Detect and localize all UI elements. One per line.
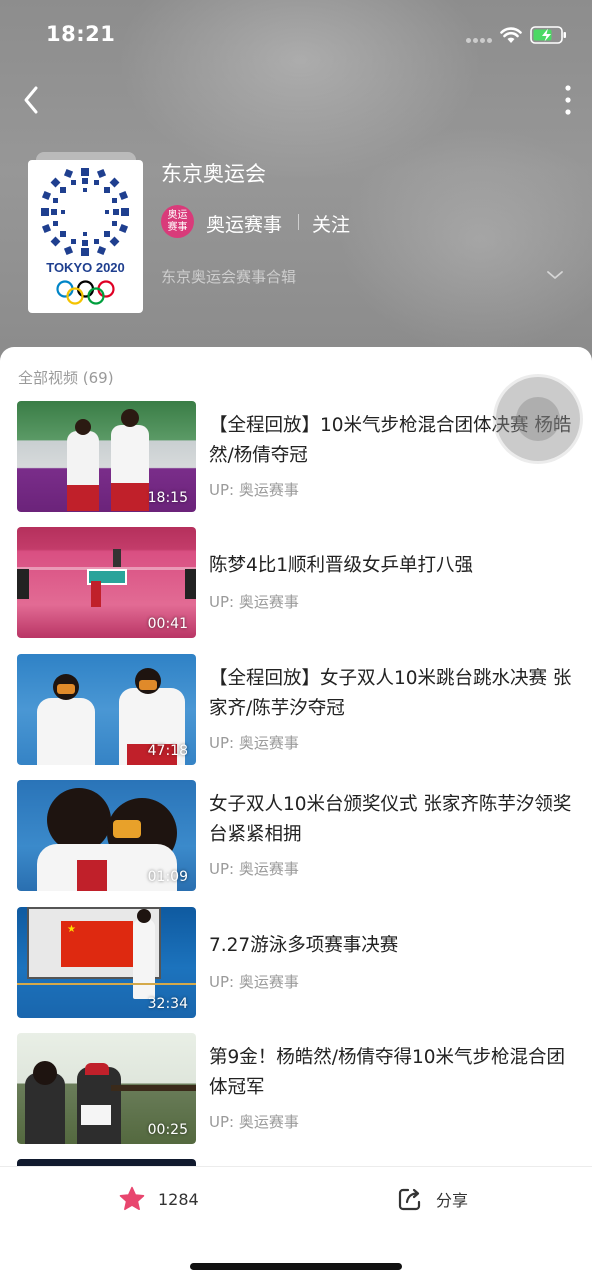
more-options-button[interactable] xyxy=(550,80,586,120)
video-thumbnail: ★ 32:34 xyxy=(17,907,196,1018)
list-item[interactable]: 47:18 【全程回放】女子双人10米跳台跳水决赛 张家齐/陈芋汐夺冠 UP: … xyxy=(0,654,592,766)
bottom-action-bar: 1284 分享 xyxy=(0,1166,592,1280)
video-uploader: UP: 奥运赛事 xyxy=(209,734,299,752)
playlist-cover: TOKYO 2020 xyxy=(28,160,143,313)
tokyo-2020-emblem-icon: TOKYO 2020 xyxy=(41,168,129,305)
video-title: 第9金！杨皓然/杨倩夺得10米气步枪混合团体冠军 xyxy=(209,1047,566,1098)
playlist-title: 东京奥运会 xyxy=(161,162,266,186)
channel-name[interactable]: 奥运赛事 xyxy=(206,210,282,237)
channel-avatar-text: 奥运 赛事 xyxy=(167,210,188,233)
video-thumbnail: 01:09 xyxy=(17,780,196,891)
video-title: 女子双人10米台颁奖仪式 张家齐陈芋汐领奖台紧紧相拥 xyxy=(209,794,572,845)
video-thumbnail: 18:15 xyxy=(17,401,196,512)
share-label: 分享 xyxy=(436,1191,469,1210)
share-button[interactable]: 分享 xyxy=(396,1183,468,1215)
status-bar: 18:21 xyxy=(0,0,592,70)
video-duration: 00:41 xyxy=(147,616,188,632)
cover-text: TOKYO 2020 xyxy=(46,260,125,275)
list-item[interactable]: 00:41 陈梦4比1顺利晋级女乒单打八强 UP: 奥运赛事 xyxy=(0,527,592,639)
divider xyxy=(298,214,299,230)
video-count-label: 全部视频 (69) xyxy=(18,369,114,387)
video-uploader: UP: 奥运赛事 xyxy=(209,481,299,499)
list-item[interactable]: 01:09 女子双人10米台颁奖仪式 张家齐陈芋汐领奖台紧紧相拥 UP: 奥运赛… xyxy=(0,780,592,892)
video-list-sheet: 全部视频 (69) 18:15 【全程回放】10米气步枪混合团体决赛 杨皓然/杨… xyxy=(0,347,592,1280)
video-title: 【全程回放】女子双人10米跳台跳水决赛 张家齐/陈芋汐夺冠 xyxy=(209,668,572,719)
wifi-icon xyxy=(500,27,522,43)
video-thumbnail: 47:18 xyxy=(17,654,196,765)
battery-charging-icon xyxy=(530,26,566,44)
video-uploader: UP: 奥运赛事 xyxy=(209,1113,299,1131)
video-duration: 00:25 xyxy=(147,1122,188,1138)
video-uploader: UP: 奥运赛事 xyxy=(209,593,299,611)
video-title: 陈梦4比1顺利晋级女乒单打八强 xyxy=(209,555,474,576)
video-uploader: UP: 奥运赛事 xyxy=(209,860,299,878)
status-time: 18:21 xyxy=(46,22,116,46)
list-item[interactable]: 00:25 第9金！杨皓然/杨倩夺得10米气步枪混合团体冠军 UP: 奥运赛事 xyxy=(0,1033,592,1145)
video-duration: 32:34 xyxy=(147,996,188,1012)
video-uploader: UP: 奥运赛事 xyxy=(209,973,299,991)
back-button[interactable] xyxy=(14,80,50,120)
favorite-button[interactable]: 1284 xyxy=(118,1183,199,1215)
list-item[interactable]: ★ 32:34 7.27游泳多项赛事决赛 UP: 奥运赛事 xyxy=(0,907,592,1019)
favorite-count: 1284 xyxy=(158,1189,199,1209)
star-icon xyxy=(119,1186,145,1211)
chevron-down-icon[interactable] xyxy=(545,268,565,282)
playlist-description: 东京奥运会赛事合辑 xyxy=(161,268,297,286)
channel-avatar[interactable]: 奥运 赛事 xyxy=(161,205,194,238)
video-thumbnail: 00:41 xyxy=(17,527,196,638)
home-indicator[interactable] xyxy=(190,1263,402,1270)
video-duration: 18:15 xyxy=(147,490,188,506)
video-duration: 47:18 xyxy=(147,743,188,759)
cellular-signal-icon xyxy=(466,38,494,46)
olympic-rings-icon xyxy=(56,280,115,305)
video-title: 7.27游泳多项赛事决赛 xyxy=(209,935,399,956)
share-icon xyxy=(398,1188,421,1211)
follow-button[interactable]: 关注 xyxy=(312,210,350,237)
video-duration: 01:09 xyxy=(147,869,188,885)
video-thumbnail: 00:25 xyxy=(17,1033,196,1144)
floating-assistant-button[interactable] xyxy=(496,377,580,461)
